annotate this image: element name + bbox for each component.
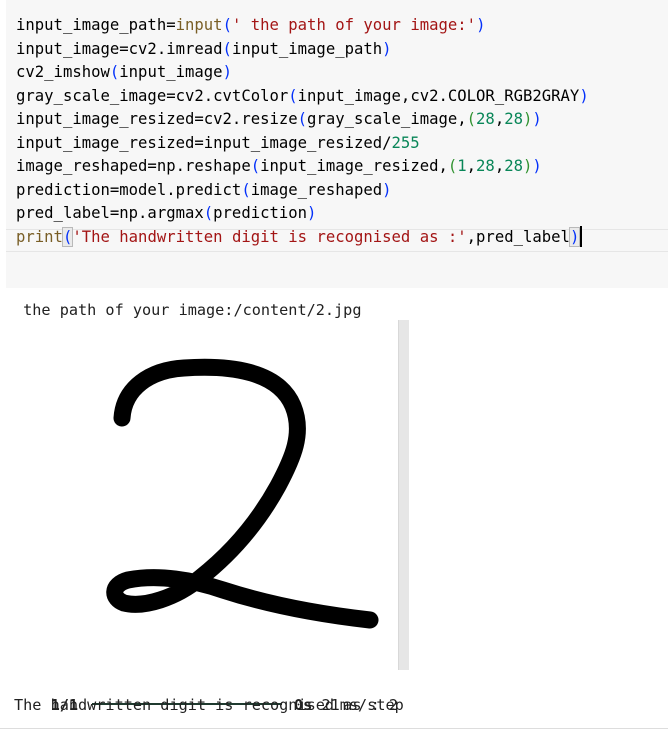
- code-token: image_reshaped=np.reshape: [16, 157, 251, 175]
- handwritten-digit-image: [88, 318, 408, 670]
- code-token: input_image_path: [231, 39, 383, 58]
- code-line: input_image_resized=input_image_resized/…: [16, 132, 589, 156]
- code-token: ,: [494, 110, 505, 128]
- cell-output: the path of your image:/content/2.jpg 1/…: [0, 288, 668, 730]
- code-token: (: [203, 204, 214, 222]
- code-line: pred_label=np.argmax(prediction): [16, 202, 589, 226]
- code-token: (: [241, 180, 251, 199]
- code-line: input_image_resized=cv2.resize(gray_scal…: [16, 108, 589, 132]
- code-token: (: [297, 110, 308, 128]
- code-token: (: [447, 157, 458, 175]
- code-token: (: [61, 226, 74, 247]
- code-token: ,: [466, 157, 477, 175]
- output-divider: [0, 728, 668, 729]
- code-token: ): [523, 110, 533, 128]
- code-token: prediction=model.predict: [16, 180, 242, 199]
- code-token: gray_scale_image,: [307, 110, 467, 128]
- code-token: ): [568, 226, 581, 247]
- code-token: 'The handwritten digit is recognised as …: [72, 227, 467, 246]
- code-token: 28: [504, 157, 523, 175]
- code-line: input_image_path=input(' the path of you…: [16, 14, 589, 38]
- code-token: (: [222, 39, 232, 58]
- code-token: cv2_imshow: [16, 63, 110, 81]
- code-token: ): [382, 180, 392, 199]
- text-cursor: [580, 225, 583, 247]
- code-token: 1: [457, 157, 467, 175]
- code-token: input_image_path=: [16, 16, 176, 34]
- code-cell[interactable]: input_image_path=input(' the path of you…: [6, 0, 668, 288]
- code-editor[interactable]: input_image_path=input(' the path of you…: [16, 14, 589, 249]
- code-token: input_image_resized,: [260, 157, 448, 175]
- code-token: input_image=cv2.imread: [16, 39, 223, 58]
- code-line: image_reshaped=np.reshape(input_image_re…: [16, 155, 589, 179]
- code-token: ): [523, 157, 533, 175]
- code-token: 255: [391, 133, 420, 152]
- input-prompt-echo: the path of your image:/content/2.jpg: [14, 301, 362, 319]
- code-line: prediction=model.predict(image_reshaped): [16, 179, 589, 203]
- code-token: 28: [476, 110, 495, 128]
- code-line: cv2_imshow(input_image): [16, 61, 589, 85]
- code-token: ): [532, 157, 542, 175]
- code-token: input_image,cv2.COLOR_RGB2GRAY: [297, 86, 580, 105]
- code-token: ): [579, 86, 589, 105]
- code-token: ): [222, 63, 232, 81]
- code-line: input_image=cv2.imread(input_image_path): [16, 38, 589, 62]
- code-token: ): [532, 110, 542, 128]
- code-token: input: [175, 16, 223, 34]
- code-token: ): [307, 204, 317, 222]
- code-line: print('The handwritten digit is recognis…: [16, 225, 589, 250]
- code-line: gray_scale_image=cv2.cvtColor(input_imag…: [16, 85, 589, 109]
- code-token: ,: [494, 157, 505, 175]
- code-token: input_image: [119, 63, 223, 81]
- code-token: 28: [476, 157, 495, 175]
- code-token: input_image_resized=cv2.resize: [16, 110, 298, 128]
- code-token: (: [288, 86, 298, 105]
- code-token: input_image_resized=input_image_resized/: [16, 133, 392, 152]
- code-token: image_reshaped: [250, 180, 383, 199]
- input-image-display: [88, 318, 408, 670]
- code-token: (: [466, 110, 477, 128]
- code-token: (: [109, 63, 120, 81]
- code-token: ): [476, 16, 486, 34]
- code-token: prediction: [213, 204, 308, 222]
- image-scrollbar[interactable]: [398, 320, 409, 670]
- code-token: pred_label=np.argmax: [16, 204, 204, 222]
- code-token: gray_scale_image=cv2.cvtColor: [16, 86, 289, 105]
- prediction-result: The handwritten digit is recognised as :…: [14, 696, 399, 714]
- code-token: ' the path of your image:': [231, 16, 477, 34]
- code-token: ,pred_label: [466, 227, 570, 246]
- code-token: 28: [504, 110, 523, 128]
- code-token: ): [382, 39, 392, 58]
- code-token: (: [222, 16, 232, 34]
- code-token: print: [16, 227, 63, 246]
- code-token: (: [250, 157, 261, 175]
